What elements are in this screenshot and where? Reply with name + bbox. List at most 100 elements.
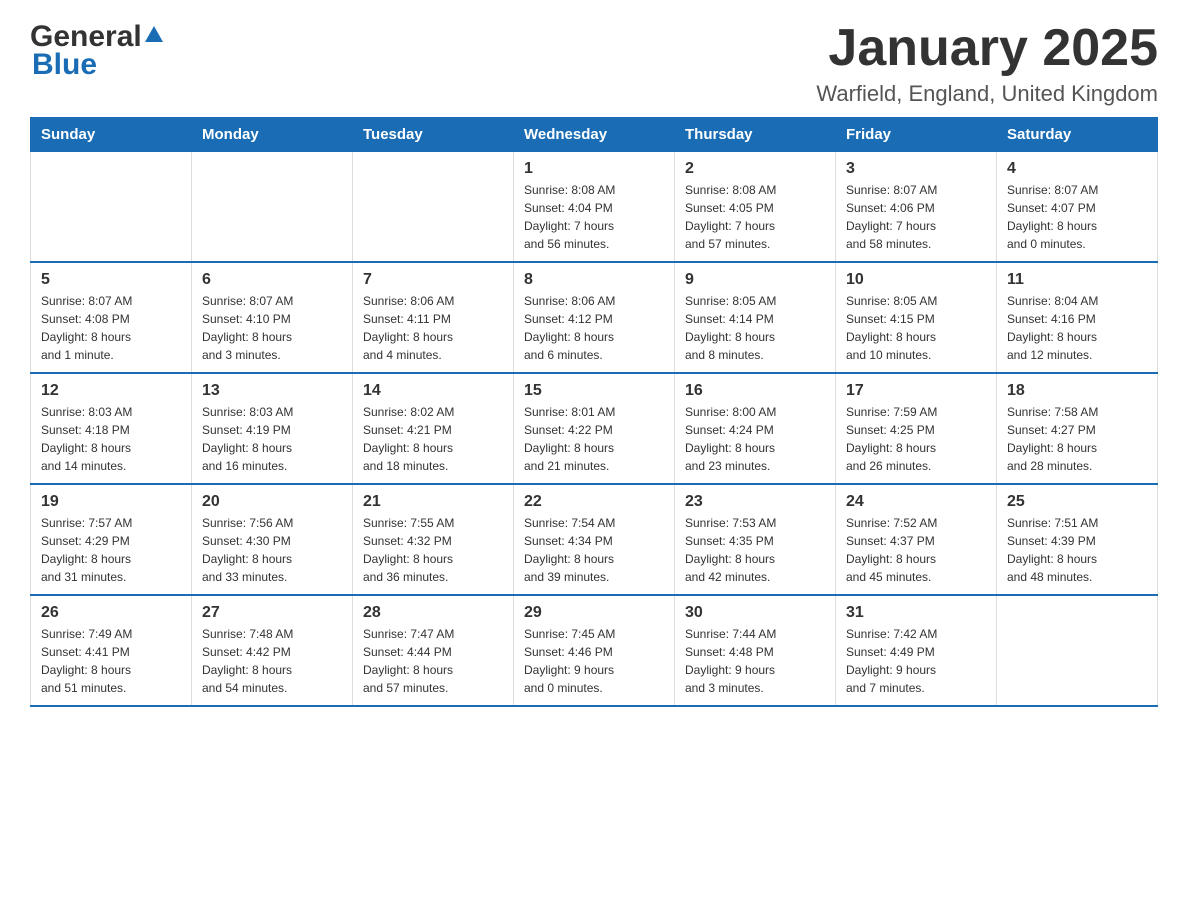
day-info: Sunrise: 7:56 AMSunset: 4:30 PMDaylight:… xyxy=(202,514,342,586)
day-number: 5 xyxy=(41,271,181,289)
day-info: Sunrise: 8:03 AMSunset: 4:18 PMDaylight:… xyxy=(41,403,181,475)
day-number: 30 xyxy=(685,604,825,622)
calendar-cell: 7 Sunrise: 8:06 AMSunset: 4:11 PMDaylight… xyxy=(353,262,514,373)
month-title: January 2025 xyxy=(816,20,1158,77)
day-info: Sunrise: 7:44 AMSunset: 4:48 PMDaylight:… xyxy=(685,625,825,697)
day-number: 27 xyxy=(202,604,342,622)
day-number: 22 xyxy=(524,493,664,511)
location: Warfield, England, United Kingdom xyxy=(816,81,1158,107)
calendar-cell: 29 Sunrise: 7:45 AMSunset: 4:46 PMDayligh… xyxy=(514,595,675,706)
weekday-header-wednesday: Wednesday xyxy=(514,118,675,152)
day-info: Sunrise: 8:08 AMSunset: 4:04 PMDaylight:… xyxy=(524,181,664,253)
week-row-5: 26Sunrise: 7:49 AMSunset: 4:41 PMDayligh… xyxy=(31,595,1158,706)
day-number: 2 xyxy=(685,160,825,178)
day-info: Sunrise: 7:54 AMSunset: 4:34 PMDaylight:… xyxy=(524,514,664,586)
calendar-cell: 14 Sunrise: 8:02 AMSunset: 4:21 PMDayligh… xyxy=(353,373,514,484)
calendar-cell: 13 Sunrise: 8:03 AMSunset: 4:19 PMDayligh… xyxy=(192,373,353,484)
calendar-cell: 2 Sunrise: 8:08 AMSunset: 4:05 PMDaylight… xyxy=(675,152,836,263)
calendar-cell: 17Sunrise: 7:59 AMSunset: 4:25 PMDayligh… xyxy=(836,373,997,484)
day-number: 29 xyxy=(524,604,664,622)
day-number: 8 xyxy=(524,271,664,289)
day-info: Sunrise: 8:08 AMSunset: 4:05 PMDaylight:… xyxy=(685,181,825,253)
weekday-header-sunday: Sunday xyxy=(31,118,192,152)
day-info: Sunrise: 7:51 AMSunset: 4:39 PMDaylight:… xyxy=(1007,514,1147,586)
calendar-cell: 16 Sunrise: 8:00 AMSunset: 4:24 PMDayligh… xyxy=(675,373,836,484)
day-number: 12 xyxy=(41,382,181,400)
day-info: Sunrise: 8:00 AMSunset: 4:24 PMDaylight:… xyxy=(685,403,825,475)
day-number: 10 xyxy=(846,271,986,289)
calendar-cell xyxy=(192,152,353,263)
day-info: Sunrise: 8:07 AMSunset: 4:07 PMDaylight:… xyxy=(1007,181,1147,253)
day-info: Sunrise: 7:45 AMSunset: 4:46 PMDaylight:… xyxy=(524,625,664,697)
day-info: Sunrise: 7:42 AMSunset: 4:49 PMDaylight:… xyxy=(846,625,986,697)
calendar-cell: 18Sunrise: 7:58 AMSunset: 4:27 PMDayligh… xyxy=(997,373,1158,484)
day-number: 14 xyxy=(363,382,503,400)
calendar-cell xyxy=(997,595,1158,706)
day-number: 31 xyxy=(846,604,986,622)
calendar-cell: 30 Sunrise: 7:44 AMSunset: 4:48 PMDayligh… xyxy=(675,595,836,706)
page-header: General Blue January 2025 Warfield, Engl… xyxy=(30,20,1158,107)
calendar-cell xyxy=(353,152,514,263)
weekday-header-tuesday: Tuesday xyxy=(353,118,514,152)
calendar-cell: 5 Sunrise: 8:07 AMSunset: 4:08 PMDaylight… xyxy=(31,262,192,373)
day-number: 9 xyxy=(685,271,825,289)
day-number: 15 xyxy=(524,382,664,400)
day-info: Sunrise: 7:55 AMSunset: 4:32 PMDaylight:… xyxy=(363,514,503,586)
day-number: 18 xyxy=(1007,382,1147,400)
calendar-cell: 20 Sunrise: 7:56 AMSunset: 4:30 PMDayligh… xyxy=(192,484,353,595)
calendar-cell: 27 Sunrise: 7:48 AMSunset: 4:42 PMDayligh… xyxy=(192,595,353,706)
day-number: 6 xyxy=(202,271,342,289)
calendar-cell: 15Sunrise: 8:01 AMSunset: 4:22 PMDayligh… xyxy=(514,373,675,484)
day-info: Sunrise: 8:07 AMSunset: 4:10 PMDaylight:… xyxy=(202,292,342,364)
logo: General Blue xyxy=(30,20,165,82)
weekday-header-thursday: Thursday xyxy=(675,118,836,152)
calendar-cell: 21 Sunrise: 7:55 AMSunset: 4:32 PMDayligh… xyxy=(353,484,514,595)
calendar-cell: 3 Sunrise: 8:07 AMSunset: 4:06 PMDaylight… xyxy=(836,152,997,263)
day-number: 17 xyxy=(846,382,986,400)
day-number: 21 xyxy=(363,493,503,511)
calendar-cell: 28 Sunrise: 7:47 AMSunset: 4:44 PMDayligh… xyxy=(353,595,514,706)
day-info: Sunrise: 7:48 AMSunset: 4:42 PMDaylight:… xyxy=(202,625,342,697)
calendar-cell: 25 Sunrise: 7:51 AMSunset: 4:39 PMDayligh… xyxy=(997,484,1158,595)
day-info: Sunrise: 8:07 AMSunset: 4:06 PMDaylight:… xyxy=(846,181,986,253)
day-info: Sunrise: 8:07 AMSunset: 4:08 PMDaylight:… xyxy=(41,292,181,364)
calendar-cell: 10Sunrise: 8:05 AMSunset: 4:15 PMDayligh… xyxy=(836,262,997,373)
calendar-cell: 12 Sunrise: 8:03 AMSunset: 4:18 PMDayligh… xyxy=(31,373,192,484)
day-number: 16 xyxy=(685,382,825,400)
calendar-table: SundayMondayTuesdayWednesdayThursdayFrid… xyxy=(30,117,1158,707)
week-row-1: 1 Sunrise: 8:08 AMSunset: 4:04 PMDaylight… xyxy=(31,152,1158,263)
day-info: Sunrise: 8:06 AMSunset: 4:11 PMDaylight:… xyxy=(363,292,503,364)
day-number: 23 xyxy=(685,493,825,511)
calendar-cell: 22 Sunrise: 7:54 AMSunset: 4:34 PMDayligh… xyxy=(514,484,675,595)
day-info: Sunrise: 7:57 AMSunset: 4:29 PMDaylight:… xyxy=(41,514,181,586)
day-info: Sunrise: 8:02 AMSunset: 4:21 PMDaylight:… xyxy=(363,403,503,475)
logo-blue: Blue xyxy=(32,48,97,82)
calendar-cell: 23Sunrise: 7:53 AMSunset: 4:35 PMDayligh… xyxy=(675,484,836,595)
day-number: 28 xyxy=(363,604,503,622)
calendar-cell: 1 Sunrise: 8:08 AMSunset: 4:04 PMDaylight… xyxy=(514,152,675,263)
day-number: 20 xyxy=(202,493,342,511)
day-number: 25 xyxy=(1007,493,1147,511)
calendar-cell: 8Sunrise: 8:06 AMSunset: 4:12 PMDaylight… xyxy=(514,262,675,373)
calendar-cell: 19Sunrise: 7:57 AMSunset: 4:29 PMDayligh… xyxy=(31,484,192,595)
day-info: Sunrise: 8:04 AMSunset: 4:16 PMDaylight:… xyxy=(1007,292,1147,364)
day-number: 7 xyxy=(363,271,503,289)
week-row-3: 12 Sunrise: 8:03 AMSunset: 4:18 PMDayligh… xyxy=(31,373,1158,484)
logo-triangle-icon xyxy=(143,24,165,46)
calendar-cell: 26Sunrise: 7:49 AMSunset: 4:41 PMDayligh… xyxy=(31,595,192,706)
day-number: 4 xyxy=(1007,160,1147,178)
day-info: Sunrise: 8:03 AMSunset: 4:19 PMDaylight:… xyxy=(202,403,342,475)
weekday-header-friday: Friday xyxy=(836,118,997,152)
day-number: 1 xyxy=(524,160,664,178)
calendar-cell: 31 Sunrise: 7:42 AMSunset: 4:49 PMDayligh… xyxy=(836,595,997,706)
calendar-cell: 24Sunrise: 7:52 AMSunset: 4:37 PMDayligh… xyxy=(836,484,997,595)
day-info: Sunrise: 8:05 AMSunset: 4:14 PMDaylight:… xyxy=(685,292,825,364)
calendar-cell: 9 Sunrise: 8:05 AMSunset: 4:14 PMDaylight… xyxy=(675,262,836,373)
day-number: 11 xyxy=(1007,271,1147,289)
calendar-cell: 11 Sunrise: 8:04 AMSunset: 4:16 PMDayligh… xyxy=(997,262,1158,373)
day-number: 13 xyxy=(202,382,342,400)
day-info: Sunrise: 7:47 AMSunset: 4:44 PMDaylight:… xyxy=(363,625,503,697)
day-number: 24 xyxy=(846,493,986,511)
day-number: 3 xyxy=(846,160,986,178)
calendar-cell xyxy=(31,152,192,263)
